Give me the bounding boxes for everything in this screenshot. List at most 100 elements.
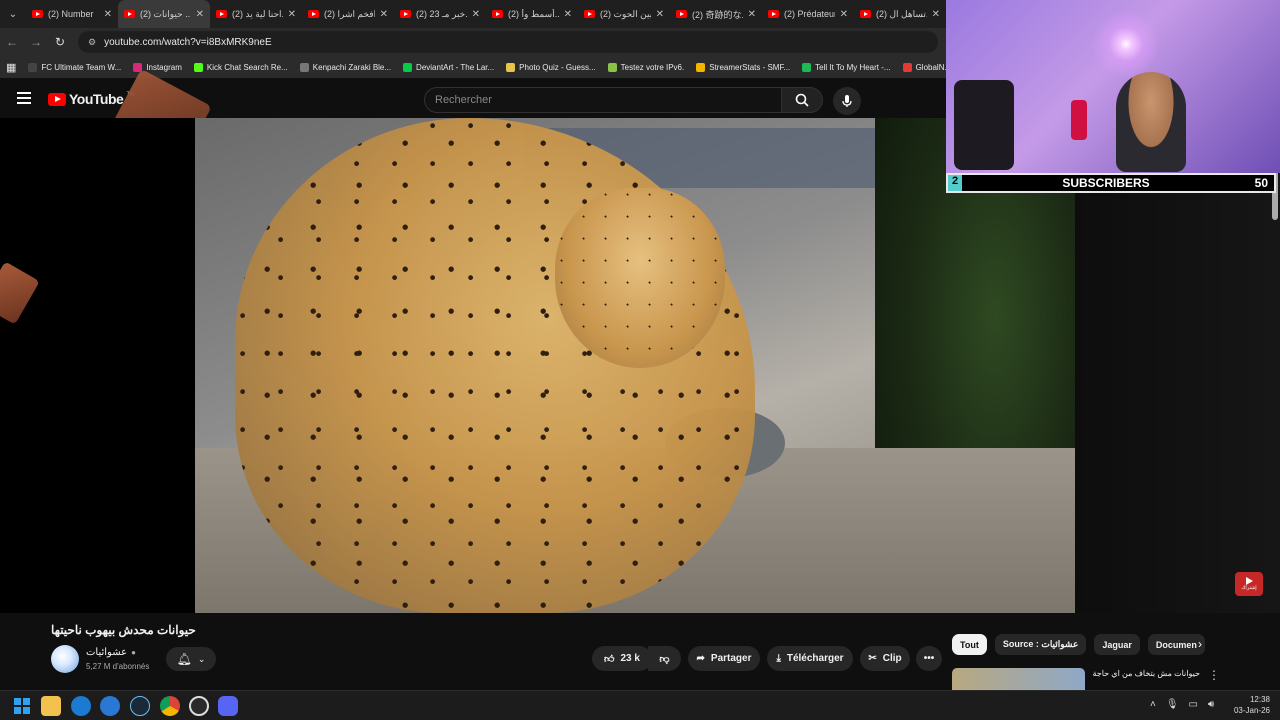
bookmark-item[interactable]: DeviantArt - The Lar... bbox=[403, 62, 495, 72]
recommended-video-menu-icon[interactable]: ⋮ bbox=[1208, 668, 1220, 682]
filter-chip[interactable]: Source : عشوائيات bbox=[994, 634, 1087, 655]
channel-name-row[interactable]: عشوائيات ● bbox=[86, 647, 136, 658]
filter-chip[interactable]: Jaguar bbox=[1094, 634, 1140, 655]
clip-label: Clip bbox=[882, 653, 902, 664]
notification-button[interactable]: 🔔︎ ⌄ bbox=[166, 647, 216, 671]
filter-chip[interactable]: Tout bbox=[952, 634, 987, 655]
verified-icon: ● bbox=[131, 648, 136, 657]
like-count: 23 k bbox=[620, 653, 640, 664]
streamer-person bbox=[1116, 72, 1186, 172]
close-tab-icon[interactable]: ✕ bbox=[472, 9, 480, 20]
badge-play-icon bbox=[1245, 577, 1253, 585]
clip-button[interactable]: ✂ Clip bbox=[860, 646, 910, 671]
left-sticker bbox=[0, 261, 40, 325]
youtube-favicon-icon bbox=[860, 10, 871, 18]
windows-start-icon[interactable] bbox=[12, 696, 32, 716]
browser-tab[interactable]: (2) تساهل ال... ✕ bbox=[854, 0, 946, 28]
mail-icon[interactable] bbox=[71, 696, 91, 716]
bookmark-item[interactable]: FC Ultimate Team W... bbox=[28, 62, 122, 72]
youtube-favicon-icon bbox=[676, 10, 687, 18]
browser-tab[interactable]: (2) Number ✕ bbox=[26, 0, 118, 28]
recommended-video-title[interactable]: حيوانات مش بتخاف من اي حاجة bbox=[1090, 669, 1200, 678]
bookmark-favicon-icon bbox=[506, 62, 516, 72]
reload-icon[interactable]: ↻ bbox=[48, 35, 72, 49]
bookmark-item[interactable]: GlobalN... bbox=[902, 62, 946, 72]
video-title: حيوانات محدش بيهوب ناحيتها bbox=[51, 623, 196, 637]
clock-time: 12:38 bbox=[1249, 695, 1270, 704]
close-tab-icon[interactable]: ✕ bbox=[932, 9, 940, 20]
url-field[interactable]: ⚙ youtube.com/watch?v=i8BxMRK9neE bbox=[78, 31, 938, 53]
more-actions-button[interactable]: ••• bbox=[916, 646, 942, 671]
subscriber-label: SUBSCRIBERS bbox=[1062, 176, 1150, 190]
tab-list-chevron-icon[interactable]: ⌄ bbox=[0, 0, 26, 28]
subscribe-badge[interactable]: إشتراك bbox=[1235, 572, 1263, 596]
tab-title: (2) أسمط وأ... bbox=[508, 8, 559, 19]
bookmark-label: FC Ultimate Team W... bbox=[41, 62, 122, 72]
close-tab-icon[interactable]: ✕ bbox=[288, 9, 296, 20]
bookmark-item[interactable]: StreamerStats - SMF... bbox=[696, 62, 790, 72]
browser-tab[interactable]: (2) بين الحوت... ✕ bbox=[578, 0, 670, 28]
channel-avatar[interactable] bbox=[51, 645, 79, 673]
browser-tab[interactable]: (2) حيوانات ... ✕ bbox=[118, 0, 210, 28]
browser-tab[interactable]: (2) Prédateur ✕ bbox=[762, 0, 854, 28]
youtube-favicon-icon bbox=[492, 10, 503, 18]
bookmark-item[interactable]: Kick Chat Search Re... bbox=[193, 62, 288, 72]
browser-tab[interactable]: (2) 奇跡的な... ✕ bbox=[670, 0, 762, 28]
bookmark-label: DeviantArt - The Lar... bbox=[416, 62, 495, 72]
share-label: Partager bbox=[710, 653, 752, 664]
apps-grid-icon[interactable]: ▦ bbox=[6, 61, 16, 74]
search-input[interactable]: Rechercher bbox=[424, 87, 782, 113]
download-button[interactable]: ⤓ Télécharger bbox=[767, 646, 853, 671]
system-tray-icons[interactable]: ˄🎙︎▭🔊︎ bbox=[1150, 699, 1224, 710]
bookmark-item[interactable]: Testez votre IPv6. bbox=[607, 62, 685, 72]
close-tab-icon[interactable]: ✕ bbox=[564, 9, 572, 20]
obs-icon[interactable] bbox=[189, 696, 209, 716]
bookmark-label: Testez votre IPv6. bbox=[620, 62, 685, 72]
discord-icon[interactable] bbox=[218, 696, 238, 716]
windows-taskbar: ˄🎙︎▭🔊︎ 12:38 03-Jan-26 bbox=[0, 690, 1280, 720]
file-explorer-icon[interactable] bbox=[41, 696, 61, 716]
filter-chip[interactable]: Documen bbox=[1147, 634, 1205, 655]
video-player[interactable] bbox=[195, 118, 1075, 613]
site-info-icon[interactable]: ⚙ bbox=[88, 37, 96, 48]
back-icon[interactable]: ← bbox=[0, 35, 24, 49]
chrome-icon[interactable] bbox=[160, 696, 180, 716]
bookmark-label: Instagram bbox=[146, 62, 182, 72]
streamer-webcam bbox=[946, 0, 1280, 173]
close-tab-icon[interactable]: ✕ bbox=[748, 9, 756, 20]
steam-icon[interactable] bbox=[130, 696, 150, 716]
search-button[interactable] bbox=[781, 87, 823, 113]
youtube-favicon-icon bbox=[584, 10, 595, 18]
close-tab-icon[interactable]: ✕ bbox=[104, 9, 112, 20]
browser-tab[interactable]: (2) أسمط وأ... ✕ bbox=[486, 0, 578, 28]
thumbs-down-icon: 👎︎ bbox=[659, 653, 670, 665]
youtube-play-icon bbox=[48, 92, 66, 106]
app-store-icon[interactable] bbox=[100, 696, 120, 716]
share-button[interactable]: ➦ Partager bbox=[688, 646, 760, 671]
share-icon: ➦ bbox=[696, 653, 705, 664]
browser-tab[interactable]: (2) احنا لية يد... ✕ bbox=[210, 0, 302, 28]
browser-tab[interactable]: (2) افخم اشرا... ✕ bbox=[302, 0, 394, 28]
bookmark-label: Kick Chat Search Re... bbox=[206, 62, 288, 72]
like-button[interactable]: 👍︎ 23 k bbox=[592, 646, 652, 671]
close-tab-icon[interactable]: ✕ bbox=[380, 9, 388, 20]
bookmark-item[interactable]: Photo Quiz - Guess... bbox=[506, 62, 596, 72]
bookmark-item[interactable]: Kenpachi Zaraki Ble... bbox=[299, 62, 391, 72]
chips-next-icon[interactable]: › bbox=[1198, 637, 1202, 651]
close-tab-icon[interactable]: ✕ bbox=[840, 9, 848, 20]
forward-icon[interactable]: → bbox=[24, 35, 48, 49]
dislike-button[interactable]: 👎︎ bbox=[648, 646, 681, 671]
browser-tab-strip: ⌄ (2) Number✕(2) حيوانات ...✕(2) احنا لي… bbox=[0, 0, 946, 28]
channel-name[interactable]: عشوائيات bbox=[86, 647, 127, 658]
system-clock[interactable]: 12:38 03-Jan-26 bbox=[1234, 694, 1270, 716]
menu-icon[interactable] bbox=[17, 92, 31, 104]
close-tab-icon[interactable]: ✕ bbox=[196, 9, 204, 20]
voice-search-button[interactable] bbox=[833, 87, 861, 115]
browser-tab[interactable]: (2) 23 خبر مـ... ✕ bbox=[394, 0, 486, 28]
close-tab-icon[interactable]: ✕ bbox=[656, 9, 664, 20]
chair bbox=[954, 80, 1014, 170]
chevron-down-icon: ⌄ bbox=[197, 653, 206, 664]
recommended-video-thumbnail[interactable] bbox=[952, 668, 1085, 690]
tab-title: (2) 23 خبر مـ... bbox=[416, 8, 467, 19]
bookmark-item[interactable]: Tell It To My Heart -... bbox=[802, 62, 891, 72]
